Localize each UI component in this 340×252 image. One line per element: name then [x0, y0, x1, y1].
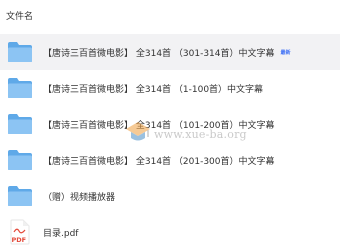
list-item[interactable]: PDF 目录.pdf: [0, 214, 340, 250]
list-item[interactable]: 【唐诗三百首微电影】 全314首 （301-314首）中文字幕 最新: [0, 34, 340, 70]
new-badge: 最新: [280, 50, 291, 56]
folder-icon: [7, 112, 33, 136]
folder-icon: [7, 148, 33, 172]
file-name: 目录.pdf: [43, 228, 79, 239]
file-name: 【唐诗三百首微电影】 全314首 （1-100首）中文字幕: [43, 84, 264, 95]
folder-icon: [7, 40, 33, 64]
folder-icon: [7, 184, 33, 208]
folder-icon: [7, 76, 33, 100]
list-item[interactable]: 【唐诗三百首微电影】 全314首 （1-100首）中文字幕: [0, 70, 340, 106]
list-item[interactable]: （赠）视频播放器: [0, 178, 340, 214]
file-name: 【唐诗三百首微电影】 全314首 （301-314首）中文字幕 最新: [43, 48, 291, 59]
list-item[interactable]: 【唐诗三百首微电影】 全314首 （201-300首）中文字幕: [0, 142, 340, 178]
pdf-icon: PDF: [7, 219, 33, 245]
file-name: （赠）视频播放器: [43, 192, 116, 203]
file-list: 文件名 【唐诗三百首微电影】 全314首 （301-314首）中文字幕 最新 【唐…: [0, 0, 340, 252]
file-name: 【唐诗三百首微电影】 全314首 （201-300首）中文字幕: [43, 156, 275, 167]
file-name: 【唐诗三百首微电影】 全314首 （101-200首）中文字幕: [43, 120, 275, 131]
column-header-name[interactable]: 文件名: [0, 0, 340, 35]
list-item[interactable]: 【唐诗三百首微电影】 全314首 （101-200首）中文字幕: [0, 106, 340, 142]
svg-text:PDF: PDF: [12, 236, 27, 244]
